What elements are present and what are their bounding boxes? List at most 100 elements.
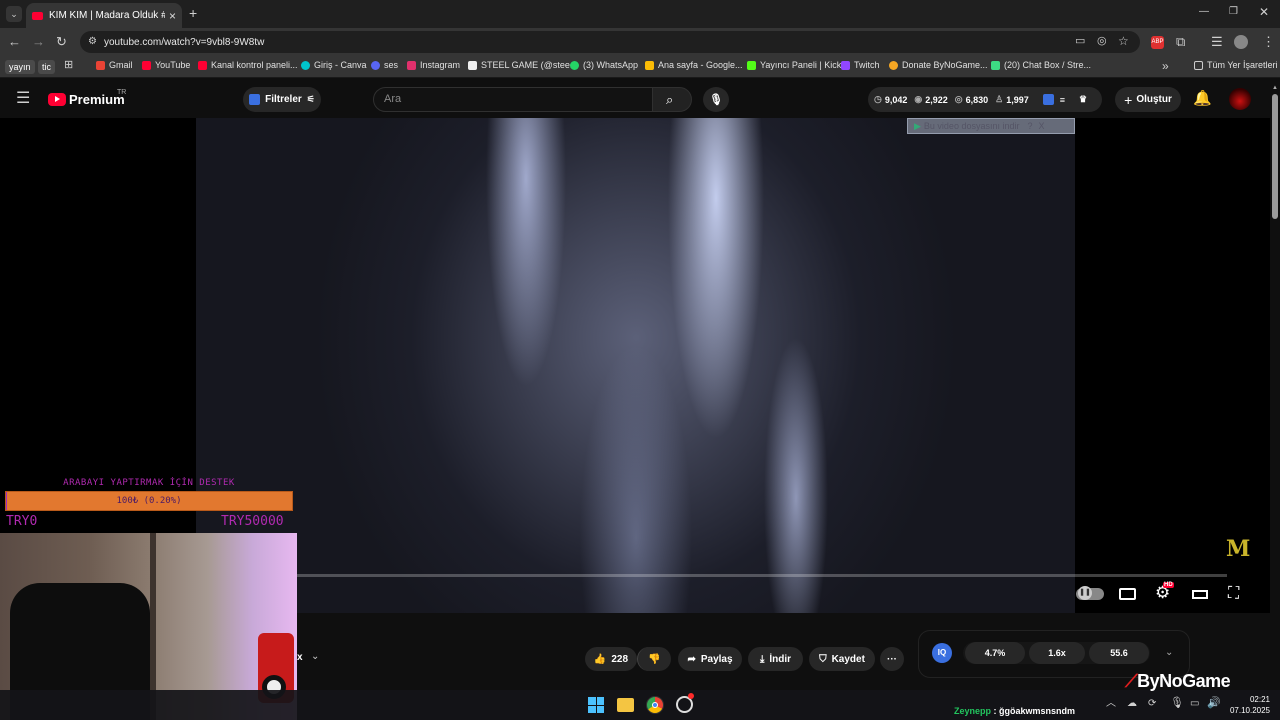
apps-grid-icon[interactable]: ⊞ xyxy=(64,60,73,71)
search-input[interactable]: Ara xyxy=(373,87,653,112)
bookmark-chatbox[interactable]: (20) Chat Box / Stre... xyxy=(991,60,1091,70)
tray-volume-icon[interactable]: 🔊 xyxy=(1207,698,1221,709)
settings-gear-icon[interactable]: ⚙ HD xyxy=(1155,582,1174,601)
address-url: youtube.com/watch?v=9vbl8-9W8tw xyxy=(104,36,265,48)
back-icon[interactable]: ← xyxy=(8,35,21,48)
tray-cloud-icon[interactable]: ☁ xyxy=(1127,699,1137,709)
more-actions-button[interactable]: ··· xyxy=(880,647,904,671)
bookmark-ses[interactable]: ses xyxy=(371,60,398,70)
bookmark-folder-yayin[interactable]: yayın xyxy=(5,60,35,74)
cast-icon[interactable]: ▭ xyxy=(1075,36,1085,47)
bookmark-instagram[interactable]: Instagram xyxy=(407,60,460,70)
download-banner-help[interactable]: ? xyxy=(1027,121,1032,131)
all-bookmarks-folder[interactable]: Tüm Yer İşaretleri xyxy=(1194,60,1278,70)
notifications-bell-icon[interactable]: 🔔 xyxy=(1193,91,1212,106)
fullscreen-icon[interactable]: ⛶ xyxy=(1228,586,1239,602)
tab-close-icon[interactable]: × xyxy=(169,9,176,23)
extensions-icon[interactable]: ⧉ xyxy=(1176,35,1185,48)
new-tab-icon[interactable]: + xyxy=(189,6,197,20)
forward-icon[interactable]: → xyxy=(32,35,45,48)
search-icon: ⌕ xyxy=(666,92,674,107)
autoplay-toggle[interactable]: ❚❚ xyxy=(1076,586,1104,600)
eye-off-icon[interactable]: ◎ xyxy=(1097,36,1107,47)
channel-avatar[interactable] xyxy=(1229,88,1251,110)
dislike-button[interactable]: 👎 xyxy=(637,647,671,671)
reload-icon[interactable]: ↻ xyxy=(56,35,67,48)
bookmark-whatsapp[interactable]: (3) WhatsApp xyxy=(570,60,638,70)
restore-icon[interactable]: ❐ xyxy=(1229,7,1238,17)
subtitles-icon[interactable] xyxy=(1119,588,1136,600)
like-button[interactable]: 👍 228 xyxy=(585,647,637,671)
badge-icon[interactable]: ♛ xyxy=(1079,94,1087,105)
bynogame-icon xyxy=(889,60,898,70)
scrollbar-up-icon[interactable]: ▲ xyxy=(1272,85,1278,91)
chrome-icon[interactable] xyxy=(646,696,664,714)
reading-list-icon[interactable]: ☰ xyxy=(1211,35,1223,48)
share-button[interactable]: ➦ Paylaş xyxy=(678,647,742,671)
download-video-banner[interactable]: ▶ Bu video dosyasını indir ? X xyxy=(907,118,1075,134)
address-bar[interactable]: ⚙ youtube.com/watch?v=9vbl8-9W8tw xyxy=(80,31,1140,53)
voice-search-button[interactable]: 🎙 xyxy=(703,87,729,112)
bookmark-google-drive[interactable]: Ana sayfa - Google... xyxy=(645,60,743,70)
autoplay-pause-icon: ❚❚ xyxy=(1078,586,1092,600)
bookmark-tiktok[interactable]: STEEL GAME (@stee... xyxy=(468,60,577,70)
donation-goal-min: TRY0 xyxy=(6,514,38,529)
speed-dropdown-icon[interactable]: ⌄ xyxy=(311,651,319,662)
scrollbar-thumb[interactable] xyxy=(1272,94,1278,219)
extension-stat-multiplier: 1.6x xyxy=(1029,642,1085,664)
bookmark-star-icon[interactable]: ☆ xyxy=(1118,35,1129,47)
bookmark-twitch[interactable]: Twitch xyxy=(841,60,880,70)
tab-search-icon[interactable]: ⌄ xyxy=(6,6,22,22)
youtube-logo-icon[interactable] xyxy=(48,93,66,106)
iq-extension-icon[interactable] xyxy=(1042,94,1054,105)
theater-mode-icon[interactable] xyxy=(1192,590,1208,599)
search-button[interactable]: ⌕ xyxy=(652,87,692,112)
hamburger-menu-icon[interactable]: ☰ xyxy=(16,91,30,107)
youtube-logo-region: TR xyxy=(117,89,127,96)
video-frame[interactable] xyxy=(196,118,1075,613)
video-progress-bar[interactable] xyxy=(297,574,1227,577)
bookmark-gmail[interactable]: Gmail xyxy=(96,60,133,70)
bookmark-canva[interactable]: Giriş - Canva xyxy=(301,60,367,70)
download-banner-close[interactable]: X xyxy=(1039,121,1045,131)
thumbs-up-icon: 👍 xyxy=(593,653,607,665)
browser-menu-icon[interactable]: ⋮ xyxy=(1262,35,1275,48)
close-window-icon[interactable]: ✕ xyxy=(1259,6,1269,18)
tray-clock[interactable]: 02:21 07.10.2025 xyxy=(1226,694,1270,716)
microphone-icon: 🎙 xyxy=(709,94,723,106)
minimize-icon[interactable]: — xyxy=(1199,7,1209,17)
tray-sync-icon[interactable]: ⟳ xyxy=(1148,699,1156,709)
filters-button[interactable]: Filtreler ⚟ xyxy=(243,87,321,112)
sliders-icon: ⚟ xyxy=(306,94,315,104)
create-button[interactable]: + Oluştur xyxy=(1115,87,1181,112)
bookmark-bynogame[interactable]: Donate ByNoGame... xyxy=(889,60,988,70)
tray-microphone-icon[interactable]: 🎙 xyxy=(1170,698,1184,709)
profile-avatar-icon[interactable] xyxy=(1234,35,1248,49)
save-label: Kaydet xyxy=(831,653,865,665)
bookmark-kanal[interactable]: Kanal kontrol paneli... xyxy=(198,60,298,70)
bookmark-kick[interactable]: Yayıncı Paneli | Kick xyxy=(747,60,841,70)
file-explorer-icon[interactable] xyxy=(617,698,634,712)
tray-overflow-icon[interactable]: ︿ xyxy=(1106,699,1116,709)
extension-expand-icon[interactable]: ⌄ xyxy=(1165,647,1173,658)
youtube-header: ☰ Premium TR Filtreler ⚟ Ara ⌕ 🎙 ◷ 9,042 … xyxy=(0,80,1270,118)
bookmarks-more-icon[interactable]: » xyxy=(1162,60,1169,72)
adblock-icon[interactable]: ABP xyxy=(1151,36,1164,49)
create-label: Oluştur xyxy=(1136,94,1172,105)
bookmark-folder-tic[interactable]: tic xyxy=(38,60,55,74)
download-banner-label: Bu video dosyasını indir xyxy=(923,121,1020,131)
tray-display-icon[interactable]: ▭ xyxy=(1190,699,1199,709)
sort-icon[interactable]: ≡ xyxy=(1060,95,1065,105)
download-button[interactable]: ⤓ İndir xyxy=(748,647,803,671)
iq-extension-badge[interactable]: IQ xyxy=(932,643,952,663)
tab-active[interactable]: KİM KİM | Madara Olduk #579 × xyxy=(26,3,182,28)
start-windows-icon[interactable] xyxy=(588,697,604,713)
obs-recording-icon[interactable] xyxy=(676,693,694,713)
bookmark-youtube[interactable]: YouTube xyxy=(142,60,190,70)
page-scrollbar[interactable]: ▲ xyxy=(1270,80,1280,690)
thumbs-down-icon: 👎 xyxy=(648,653,661,665)
save-button[interactable]: ⛉ Kaydet xyxy=(809,647,875,671)
twitch-icon xyxy=(841,60,850,70)
site-info-icon[interactable]: ⚙ xyxy=(88,36,97,47)
windows-taskbar: Zeynepp : ğgöakwmsnsndm ⟋ByNoGame ︿ ☁ ⟳ … xyxy=(0,671,1280,720)
